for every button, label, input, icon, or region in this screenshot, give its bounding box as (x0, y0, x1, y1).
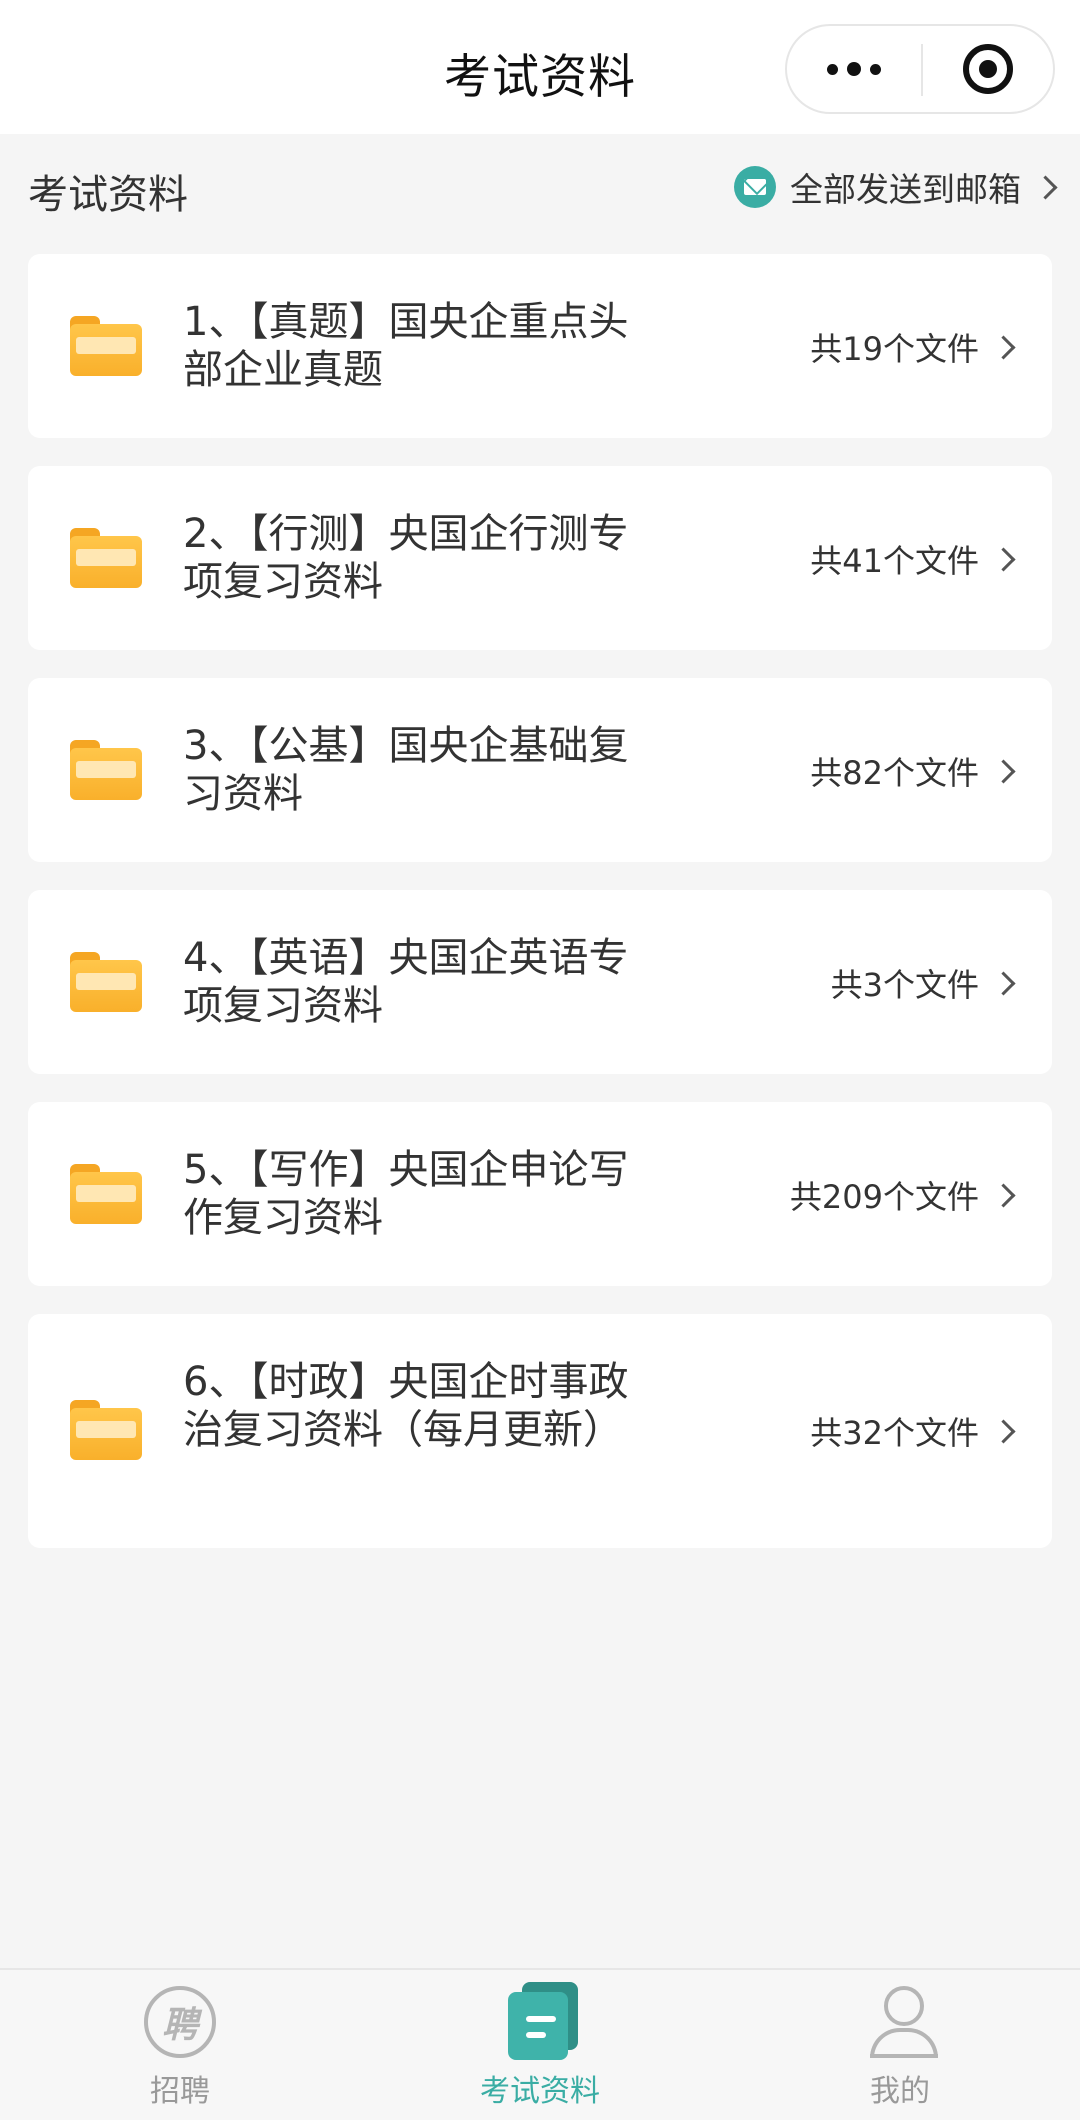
mini-program-capsule (785, 24, 1055, 114)
tab-label: 考试资料 (480, 2074, 600, 2109)
tab-mine[interactable]: 我的 (800, 1970, 1000, 2120)
folder-icon (70, 528, 142, 588)
folder-card[interactable]: 4、【英语】央国企英语专项复习资料 共3个文件 (28, 890, 1052, 1074)
folder-icon (70, 1164, 142, 1224)
file-count: 共82个文件 (810, 748, 1016, 794)
folder-title: 3、【公基】国央企基础复习资料 (183, 723, 629, 817)
chevron-right-icon (991, 1418, 1016, 1444)
file-count: 共41个文件 (810, 536, 1016, 582)
chevron-right-icon (991, 546, 1016, 572)
folder-title: 4、【英语】央国企英语专项复习资料 (183, 935, 629, 1029)
folder-icon (70, 1400, 142, 1460)
exam-materials-icon (504, 1982, 584, 2062)
folder-icon (70, 952, 142, 1012)
folder-title: 1、【真题】国央企重点头部企业真题 (183, 299, 629, 393)
section-title: 考试资料 (28, 172, 188, 218)
user-icon (864, 1982, 944, 2062)
file-count-label: 共41个文件 (810, 542, 979, 580)
tab-recruit[interactable]: 聘 招聘 (80, 1970, 280, 2120)
tab-label: 我的 (870, 2074, 930, 2109)
send-all-to-email-button[interactable]: 全部发送到邮箱 (734, 162, 1058, 212)
chevron-right-icon (991, 758, 1016, 784)
more-menu-button[interactable] (787, 26, 921, 112)
folder-icon (70, 740, 142, 800)
folder-card[interactable]: 3、【公基】国央企基础复习资料 共82个文件 (28, 678, 1052, 862)
folder-title: 2、【行测】央国企行测专项复习资料 (183, 511, 629, 605)
folder-title: 5、【写作】央国企申论写作复习资料 (183, 1147, 629, 1241)
tab-exam-materials[interactable]: 考试资料 (440, 1970, 640, 2120)
more-dot-icon (847, 62, 861, 76)
tab-label: 招聘 (150, 2074, 210, 2109)
chevron-right-icon (991, 970, 1016, 996)
navbar: 考试资料 (0, 0, 1080, 134)
folder-card[interactable]: 6、【时政】央国企时事政治复习资料（每月更新） 共32个文件 (28, 1314, 1052, 1548)
folder-card[interactable]: 2、【行测】央国企行测专项复习资料 共41个文件 (28, 466, 1052, 650)
folder-card[interactable]: 1、【真题】国央企重点头部企业真题 共19个文件 (28, 254, 1052, 438)
chevron-right-icon (1033, 174, 1058, 200)
file-count-label: 共32个文件 (810, 1414, 979, 1452)
folder-card[interactable]: 5、【写作】央国企申论写作复习资料 共209个文件 (28, 1102, 1052, 1286)
file-count: 共3个文件 (830, 960, 1016, 1006)
folder-icon (70, 316, 142, 376)
file-count: 共32个文件 (810, 1408, 1016, 1454)
section-header: 考试资料 全部发送到邮箱 (0, 134, 1080, 254)
file-count-label: 共209个文件 (789, 1178, 979, 1216)
file-count-label: 共19个文件 (810, 330, 979, 368)
folder-title: 6、【时政】央国企时事政治复习资料（每月更新） (183, 1359, 629, 1453)
tab-bar: 聘 招聘 考试资料 我的 (0, 1968, 1080, 2120)
file-count: 共209个文件 (789, 1172, 1016, 1218)
more-dot-icon (870, 63, 881, 75)
target-icon (963, 44, 1013, 94)
file-count: 共19个文件 (810, 324, 1016, 370)
send-all-label: 全部发送到邮箱 (790, 170, 1021, 209)
close-mini-program-button[interactable] (923, 26, 1053, 112)
mail-icon (734, 166, 776, 208)
chevron-right-icon (991, 334, 1016, 360)
chevron-right-icon (991, 1182, 1016, 1208)
file-count-label: 共82个文件 (810, 754, 979, 792)
more-dot-icon (827, 63, 838, 75)
recruit-icon: 聘 (144, 1986, 216, 2058)
file-count-label: 共3个文件 (830, 966, 979, 1004)
